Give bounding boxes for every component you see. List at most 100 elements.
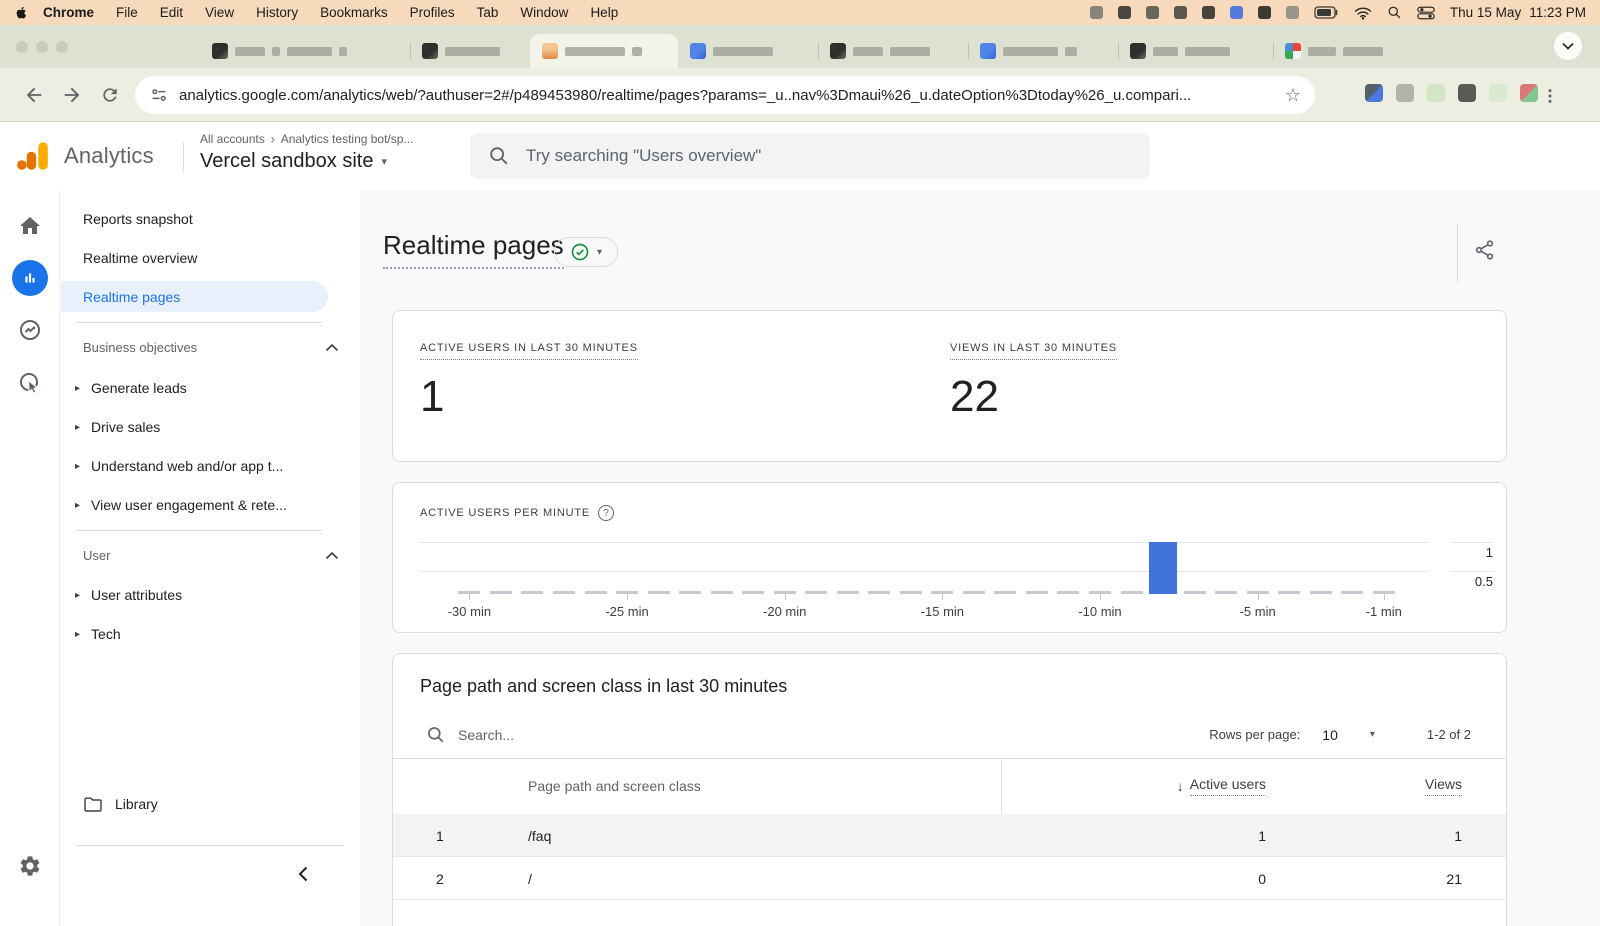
forward-button[interactable] bbox=[60, 83, 84, 107]
back-button[interactable] bbox=[22, 83, 46, 107]
menu-window[interactable]: Window bbox=[520, 5, 568, 20]
close-window-button[interactable] bbox=[16, 41, 28, 53]
report-status-pill[interactable]: ▾ bbox=[554, 237, 618, 267]
expander-icon[interactable]: ▸ bbox=[75, 500, 80, 511]
chevron-up-icon[interactable] bbox=[325, 343, 339, 352]
explore-icon[interactable] bbox=[18, 318, 42, 342]
browser-tab[interactable] bbox=[200, 34, 410, 68]
status-icon-redacted[interactable] bbox=[1174, 6, 1187, 19]
nav-drive-sales[interactable]: ▸ Drive sales bbox=[75, 414, 160, 440]
nav-user-attributes[interactable]: ▸ User attributes bbox=[75, 582, 182, 608]
tab-search-chevron-button[interactable] bbox=[1554, 32, 1582, 60]
menubar-clock[interactable]: Thu 15 May 11:23 PM bbox=[1450, 5, 1586, 20]
col-active-users[interactable]: ↓ Active users bbox=[1177, 758, 1266, 814]
url-text[interactable]: analytics.google.com/analytics/web/?auth… bbox=[179, 87, 1275, 104]
x-tick-label: -5 min bbox=[1240, 604, 1276, 619]
expander-icon[interactable]: ▸ bbox=[75, 422, 80, 433]
rows-per-page-value[interactable]: 10 bbox=[1322, 727, 1338, 743]
spotlight-search-icon[interactable] bbox=[1387, 5, 1402, 20]
browser-tab[interactable] bbox=[968, 34, 1118, 68]
table-row[interactable]: 1 /faq 1 1 bbox=[393, 814, 1506, 857]
extension-icon-redacted[interactable] bbox=[1365, 84, 1383, 102]
expander-icon[interactable]: ▸ bbox=[75, 629, 80, 640]
menu-chrome[interactable]: Chrome bbox=[43, 5, 94, 20]
battery-icon[interactable] bbox=[1314, 6, 1339, 19]
zoom-window-button[interactable] bbox=[56, 41, 68, 53]
apple-logo-icon[interactable] bbox=[14, 4, 29, 21]
wifi-icon[interactable] bbox=[1354, 6, 1372, 20]
expander-icon[interactable]: ▸ bbox=[75, 383, 80, 394]
status-icon-redacted-blue[interactable] bbox=[1230, 6, 1243, 19]
analytics-logo[interactable] bbox=[15, 138, 51, 179]
expander-icon[interactable]: ▸ bbox=[75, 461, 80, 472]
reload-button[interactable] bbox=[98, 83, 122, 107]
status-icon-redacted[interactable] bbox=[1090, 6, 1103, 19]
rows-per-page-caret-icon[interactable]: ▾ bbox=[1370, 729, 1375, 740]
nav-realtime-pages-active[interactable]: Realtime pages bbox=[61, 281, 328, 312]
bookmark-star-icon[interactable]: ☆ bbox=[1285, 86, 1301, 104]
extension-icon-redacted[interactable] bbox=[1427, 84, 1445, 102]
status-icon-redacted[interactable] bbox=[1202, 6, 1215, 19]
site-info-icon[interactable] bbox=[149, 85, 169, 105]
section-business-objectives[interactable]: Business objectives bbox=[83, 340, 339, 355]
col-views[interactable]: Views bbox=[1425, 758, 1462, 814]
table-row[interactable]: 2 / 0 21 bbox=[393, 857, 1506, 900]
extension-icon-redacted[interactable] bbox=[1396, 84, 1414, 102]
address-bar[interactable]: analytics.google.com/analytics/web/?auth… bbox=[135, 76, 1315, 114]
advertising-icon[interactable] bbox=[18, 371, 42, 395]
extension-icon-redacted[interactable] bbox=[1520, 84, 1538, 102]
menu-history[interactable]: History bbox=[256, 5, 298, 20]
section-user[interactable]: User bbox=[83, 548, 339, 563]
status-icon-redacted[interactable] bbox=[1258, 6, 1271, 19]
redacted-tab-title bbox=[713, 47, 773, 56]
chrome-menu-button[interactable] bbox=[1538, 84, 1562, 108]
browser-tab[interactable] bbox=[1273, 34, 1423, 68]
status-icon-redacted[interactable] bbox=[1286, 6, 1299, 19]
chevron-up-icon[interactable] bbox=[325, 551, 339, 560]
browser-tab[interactable] bbox=[678, 34, 818, 68]
home-icon[interactable] bbox=[18, 214, 42, 238]
global-search-input[interactable] bbox=[526, 146, 1132, 166]
expander-icon[interactable]: ▸ bbox=[75, 590, 80, 601]
nav-understand-web-app[interactable]: ▸ Understand web and/or app t... bbox=[75, 453, 283, 479]
nav-generate-leads[interactable]: ▸ Generate leads bbox=[75, 375, 187, 401]
nav-tech[interactable]: ▸ Tech bbox=[75, 621, 121, 647]
admin-gear-icon[interactable] bbox=[18, 854, 42, 878]
menu-edit[interactable]: Edit bbox=[160, 5, 183, 20]
menu-tab[interactable]: Tab bbox=[477, 5, 499, 20]
status-icon-redacted[interactable] bbox=[1118, 6, 1131, 19]
table-search-input[interactable] bbox=[458, 727, 758, 743]
property-selector[interactable]: Vercel sandbox site ▾ bbox=[200, 150, 413, 173]
extension-icon-redacted[interactable] bbox=[1458, 84, 1476, 102]
menu-bookmarks[interactable]: Bookmarks bbox=[320, 5, 388, 20]
product-name[interactable]: Analytics bbox=[64, 143, 154, 169]
menu-file[interactable]: File bbox=[116, 5, 138, 20]
browser-tab[interactable] bbox=[410, 34, 530, 68]
x-tick-label: -30 min bbox=[448, 604, 491, 619]
nav-reports-snapshot[interactable]: Reports snapshot bbox=[83, 206, 193, 232]
col-page-path[interactable]: Page path and screen class bbox=[528, 758, 701, 814]
browser-tab-active[interactable] bbox=[530, 34, 678, 68]
share-icon[interactable] bbox=[1473, 238, 1497, 267]
nav-library[interactable]: Library bbox=[83, 790, 158, 818]
browser-tab[interactable] bbox=[1118, 34, 1273, 68]
nav-view-user-engagement[interactable]: ▸ View user engagement & rete... bbox=[75, 492, 287, 518]
collapse-sidebar-button[interactable] bbox=[293, 864, 313, 884]
global-search-bar[interactable] bbox=[470, 133, 1150, 179]
extension-icon-redacted[interactable] bbox=[1489, 84, 1507, 102]
breadcrumb-account[interactable]: Analytics testing bot/sp... bbox=[281, 132, 414, 146]
menu-help[interactable]: Help bbox=[590, 5, 618, 20]
status-icon-redacted[interactable] bbox=[1146, 6, 1159, 19]
control-center-icon[interactable] bbox=[1417, 6, 1435, 20]
breadcrumb-all-accounts[interactable]: All accounts bbox=[200, 132, 265, 146]
metric-label[interactable]: ACTIVE USERS IN LAST 30 MINUTES bbox=[420, 342, 638, 360]
page-title[interactable]: Realtime pages bbox=[383, 230, 564, 269]
reports-icon-active[interactable] bbox=[12, 260, 48, 296]
nav-realtime-overview[interactable]: Realtime overview bbox=[83, 245, 197, 271]
browser-tab[interactable] bbox=[818, 34, 968, 68]
minimize-window-button[interactable] bbox=[36, 41, 48, 53]
menu-profiles[interactable]: Profiles bbox=[410, 5, 455, 20]
metric-label[interactable]: VIEWS IN LAST 30 MINUTES bbox=[950, 342, 1117, 360]
chart-help-icon[interactable]: ? bbox=[598, 505, 614, 521]
menu-view[interactable]: View bbox=[205, 5, 234, 20]
